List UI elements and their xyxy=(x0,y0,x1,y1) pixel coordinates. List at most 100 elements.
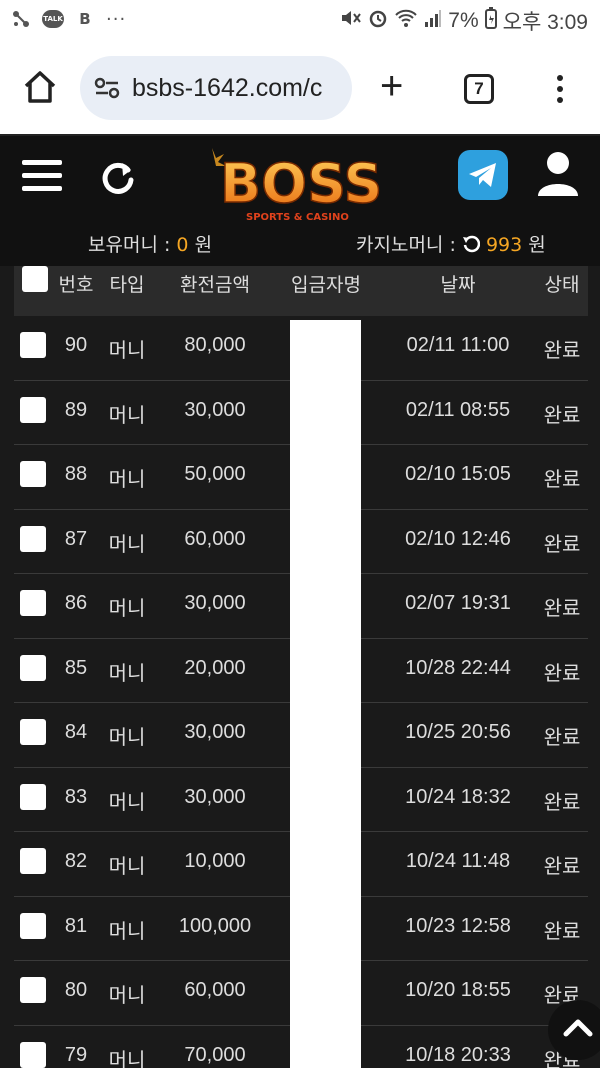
telegram-icon[interactable] xyxy=(458,150,508,200)
row-type: 머니 xyxy=(108,662,146,685)
url-text[interactable]: bsbs-1642.com/c xyxy=(132,74,342,103)
menu-icon[interactable] xyxy=(22,160,62,196)
browser-toolbar: bsbs-1642.com/c + 7 xyxy=(0,42,600,134)
row-status: 완료 xyxy=(543,533,581,556)
row-checkbox[interactable] xyxy=(20,977,46,1003)
balance-value: 0 xyxy=(176,234,189,256)
row-date: 02/11 08:55 xyxy=(405,398,511,421)
row-status: 완료 xyxy=(543,340,581,362)
mute-icon xyxy=(340,8,362,34)
row-checkbox[interactable] xyxy=(20,912,46,939)
row-date: 10/25 20:56 xyxy=(405,721,511,743)
row-no: 90 xyxy=(64,334,88,356)
row-no: 79 xyxy=(64,1043,88,1066)
logo-text: BOSS xyxy=(220,152,382,215)
alarm-icon xyxy=(368,8,388,34)
row-amount: 80,000 xyxy=(184,334,246,356)
casino-refresh-icon[interactable] xyxy=(462,234,486,256)
header-date: 날짜 xyxy=(440,274,476,296)
row-type: 머니 xyxy=(108,727,146,749)
row-status: 완료 xyxy=(543,920,581,943)
row-no: 84 xyxy=(64,721,88,743)
row-no: 82 xyxy=(64,850,88,872)
row-status: 완료 xyxy=(543,856,581,878)
row-checkbox[interactable] xyxy=(20,848,46,874)
address-bar[interactable]: bsbs-1642.com/c xyxy=(80,56,352,120)
header-no: 번호 xyxy=(58,274,94,296)
row-type: 머니 xyxy=(108,856,146,878)
link-notification-icon xyxy=(10,8,32,30)
row-date: 10/23 12:58 xyxy=(405,914,511,937)
row-no: 89 xyxy=(64,398,88,421)
scroll-to-top-button[interactable] xyxy=(548,1000,600,1060)
row-checkbox[interactable] xyxy=(20,461,46,487)
logo-subtitle: SPORTS & CASINO xyxy=(246,212,349,223)
row-amount: 10,000 xyxy=(184,850,246,872)
new-tab-button[interactable]: + xyxy=(380,66,403,106)
row-type: 머니 xyxy=(108,340,146,362)
casino-money-label: 카지노머니 : xyxy=(356,234,456,256)
battery-percent: 7% xyxy=(448,9,479,32)
row-checkbox[interactable] xyxy=(20,525,46,552)
row-checkbox[interactable] xyxy=(20,1041,46,1068)
battery-icon xyxy=(484,7,497,35)
row-type: 머니 xyxy=(108,404,146,427)
row-status: 완료 xyxy=(543,469,581,491)
row-checkbox[interactable] xyxy=(20,654,46,681)
header-type: 타입 xyxy=(109,274,145,296)
balance-unit: 원 xyxy=(194,234,213,256)
wifi-icon xyxy=(394,8,418,34)
row-date: 10/24 11:48 xyxy=(405,850,511,872)
user-profile-icon[interactable] xyxy=(536,150,580,198)
row-amount: 30,000 xyxy=(184,398,246,421)
row-type: 머니 xyxy=(108,1049,146,1068)
row-date: 10/18 20:33 xyxy=(405,1043,511,1066)
row-checkbox[interactable] xyxy=(20,590,46,616)
row-type: 머니 xyxy=(108,533,146,556)
row-status: 완료 xyxy=(543,598,581,620)
casino-money-value: 993 xyxy=(485,234,523,256)
row-no: 87 xyxy=(64,527,88,550)
row-amount: 70,000 xyxy=(184,1043,246,1066)
row-status: 완료 xyxy=(543,727,581,749)
row-amount: 50,000 xyxy=(184,463,246,485)
select-all-checkbox[interactable] xyxy=(22,266,48,292)
home-icon[interactable] xyxy=(22,70,58,104)
site-header: BOSS SPORTS & CASINO 보유머니 : 0 원 카지노머니 : … xyxy=(0,134,600,266)
row-amount: 60,000 xyxy=(184,527,246,550)
row-date: 10/24 18:32 xyxy=(405,785,511,808)
browser-menu-icon[interactable] xyxy=(548,72,572,108)
row-amount: 30,000 xyxy=(184,592,246,614)
header-amount: 환전금액 xyxy=(180,274,250,296)
signal-icon xyxy=(424,8,442,34)
table-header: 번호 타입 환전금액 입금자명 날짜 상태 xyxy=(14,266,588,316)
row-amount: 30,000 xyxy=(184,785,246,808)
row-type: 머니 xyxy=(108,598,146,620)
site-settings-icon[interactable] xyxy=(94,76,120,100)
refresh-icon[interactable] xyxy=(98,158,138,198)
balance-bar: 보유머니 : 0 원 카지노머니 : 993 원 xyxy=(0,226,600,256)
row-amount: 100,000 xyxy=(178,914,252,937)
header-status: 상태 xyxy=(544,274,580,296)
row-no: 86 xyxy=(64,592,88,614)
row-type: 머니 xyxy=(108,469,146,491)
tab-switcher-button[interactable]: 7 xyxy=(464,74,494,104)
row-amount: 60,000 xyxy=(184,979,246,1001)
header-depositor: 입금자명 xyxy=(291,274,361,296)
row-type: 머니 xyxy=(108,920,146,943)
clock: 오후 3:09 xyxy=(502,11,588,34)
row-no: 81 xyxy=(64,914,88,937)
row-type: 머니 xyxy=(108,985,146,1007)
row-checkbox[interactable] xyxy=(20,783,46,810)
casino-money-unit: 원 xyxy=(528,234,546,256)
site-logo[interactable]: BOSS SPORTS & CASINO xyxy=(206,144,396,228)
row-checkbox[interactable] xyxy=(20,332,46,358)
row-date: 02/11 11:00 xyxy=(406,334,510,356)
row-checkbox[interactable] xyxy=(20,396,46,423)
row-no: 85 xyxy=(64,656,88,679)
row-date: 02/10 15:05 xyxy=(405,463,511,485)
row-date: 10/28 22:44 xyxy=(405,656,511,679)
row-status: 완료 xyxy=(543,791,581,814)
more-notifications-icon: ··· xyxy=(106,8,127,30)
row-checkbox[interactable] xyxy=(20,719,46,745)
